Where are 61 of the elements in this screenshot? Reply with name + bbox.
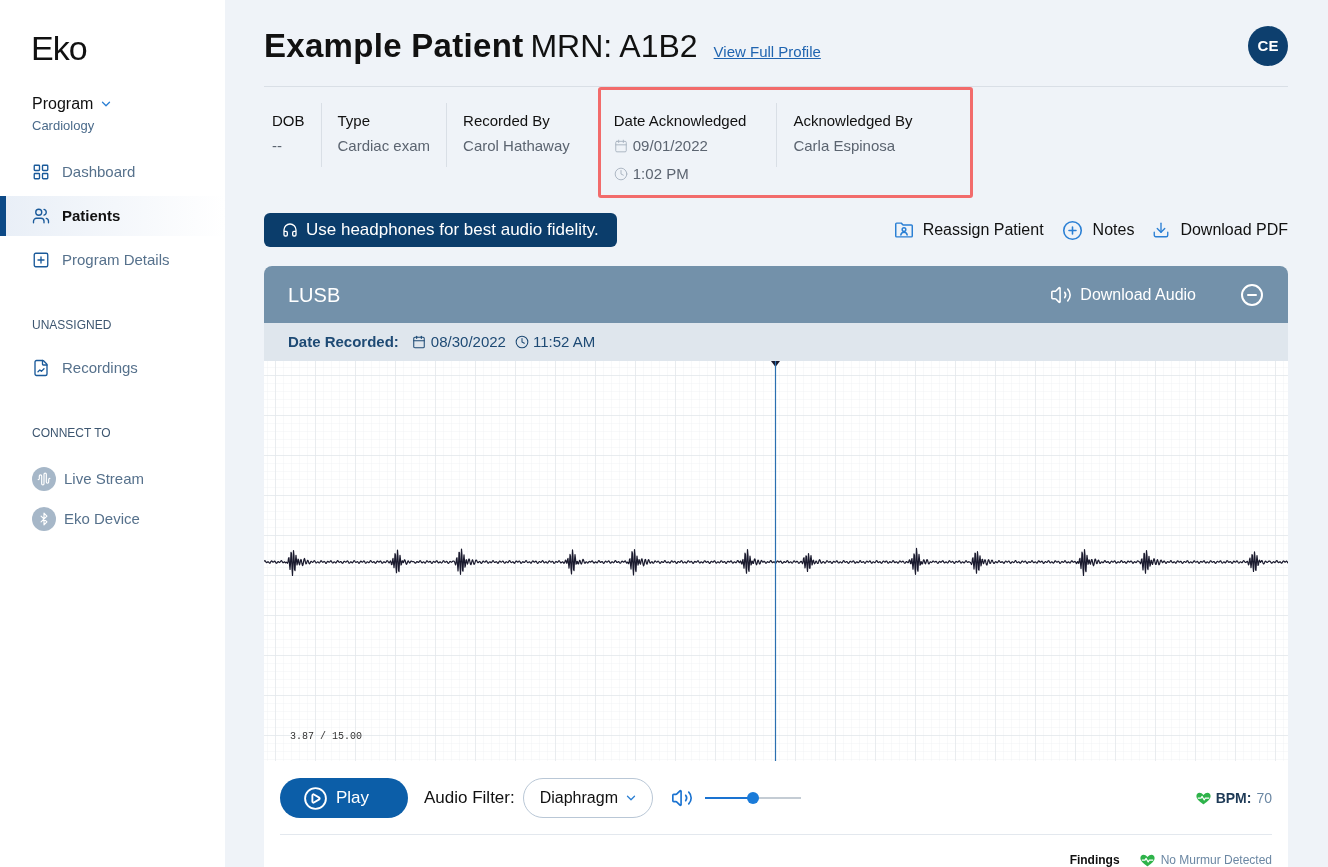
recorded-time: 11:52 AM (532, 331, 596, 352)
sidebar-item[interactable]: Live Stream (0, 459, 225, 499)
sidebar-item[interactable]: Program Details (0, 240, 225, 280)
playback-position: 3.87 / 15.00 (290, 731, 362, 743)
folder-user-icon (894, 222, 913, 238)
logo: Eko (31, 30, 87, 66)
volume-thumb[interactable] (746, 792, 759, 804)
heart-pulse-icon (1195, 791, 1211, 805)
patient-mrn: MRN: A1B2 (530, 27, 698, 66)
plus-circle-icon (1061, 219, 1083, 241)
notice-text: Use headphones for best audio fidelity. (306, 219, 599, 242)
toolbar-action[interactable]: Reassign Patient (894, 218, 1044, 242)
audio-filter-select[interactable]: Diaphragm (522, 778, 653, 818)
profile-link[interactable]: View Full Profile (713, 41, 821, 64)
toolbar-action[interactable]: Download PDF (1152, 218, 1288, 242)
patient-name: Example Patient (264, 26, 524, 66)
headphones-icon (282, 222, 298, 238)
detail-label: Date Acknowledged (613, 111, 747, 131)
date-recorded-label: Date Recorded: (288, 331, 399, 352)
detail-value: 09/01/2022 (632, 136, 708, 156)
section-heading: CONNECT TO (32, 425, 111, 441)
program-name: Cardiology (32, 118, 95, 134)
findings-label: Findings (1069, 853, 1120, 867)
detail-value: Cardiac exam (337, 136, 431, 156)
play-icon (303, 785, 328, 811)
grid-icon (32, 163, 50, 181)
toolbar-action[interactable]: Notes (1061, 218, 1135, 242)
recorded-date: 08/30/2022 (430, 331, 506, 352)
detail-label: DOB (272, 111, 305, 131)
plus-square-icon (32, 251, 50, 269)
section-heading: UNASSIGNED (32, 317, 112, 333)
users-icon (32, 207, 50, 225)
play-button[interactable]: Play (280, 778, 408, 818)
recording-site: LUSB (288, 282, 341, 308)
minus-circle-icon (1240, 282, 1264, 307)
detail-value: -- (272, 136, 283, 156)
bpm-label: BPM: (1215, 788, 1252, 808)
sidebar-item[interactable]: Eko Device (0, 499, 225, 539)
detail-label: Type (337, 111, 372, 131)
calendar-icon (613, 139, 628, 153)
detail-value: 1:02 PM (632, 164, 689, 184)
bpm-value: 70 (1256, 788, 1272, 808)
program-dropdown[interactable]: Program (32, 94, 114, 114)
download-icon (1152, 221, 1171, 239)
detail-label: Acknowledged By (793, 111, 913, 131)
findings-value: No Murmur Detected (1160, 853, 1272, 867)
bluetooth-icon (32, 507, 56, 531)
calendar-icon (411, 335, 426, 349)
waveform-icon (32, 467, 56, 491)
detail-value: Carol Hathaway (463, 136, 570, 156)
audio-filter-label: Audio Filter: (424, 787, 515, 810)
collapse-button[interactable] (1240, 282, 1264, 307)
user-avatar[interactable]: CE (1248, 26, 1288, 66)
detail-value: Carla Espinosa (793, 136, 897, 156)
sidebar-item[interactable]: Recordings (0, 348, 225, 388)
clock-icon (613, 167, 628, 181)
volume-icon[interactable] (670, 787, 693, 809)
sidebar-item[interactable]: Dashboard (0, 152, 225, 192)
document-chart-icon (32, 359, 50, 377)
clock-icon (514, 335, 529, 349)
detail-label: Recorded By (463, 111, 551, 131)
